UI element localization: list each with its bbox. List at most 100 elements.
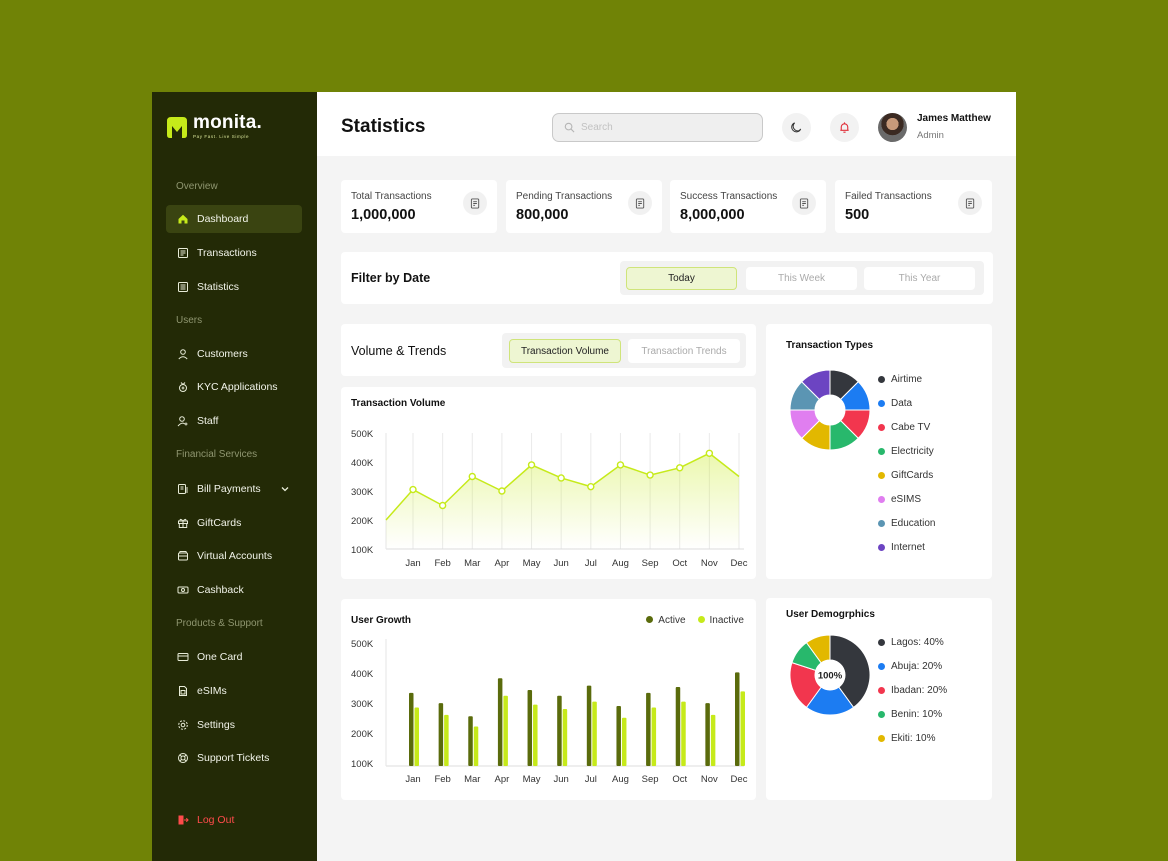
section-products-support-label: Products & Support	[176, 618, 263, 629]
bell-icon	[840, 122, 849, 133]
legend-dot	[878, 735, 885, 742]
filter-today-button[interactable]: Today	[626, 267, 737, 290]
brand-logo[interactable]: monita. Pay Fast. Live Simple	[166, 112, 262, 139]
search-icon	[564, 122, 575, 133]
sidebar-item-giftcards[interactable]: GiftCards	[166, 509, 302, 537]
avatar[interactable]	[878, 113, 907, 142]
search-box[interactable]	[552, 113, 763, 142]
bar-active[interactable]	[438, 703, 444, 766]
volume-point[interactable]	[498, 487, 506, 495]
volume-point[interactable]	[557, 474, 565, 482]
filter-by-date-card: Filter by Date Today This Week This Year	[341, 252, 993, 304]
y-tick-label: 400K	[351, 669, 374, 680]
sidebar-item-customers[interactable]: Customers	[166, 340, 302, 368]
sidebar-item-label: Virtual Accounts	[197, 550, 273, 562]
volume-point[interactable]	[438, 501, 447, 510]
stat-label: Success Transactions	[680, 191, 778, 202]
user-growth-chart: 500K 400K 300K 200K 100K Jan Feb Mar Apr May Jun Ju…	[351, 639, 748, 785]
legend-item: eSIMS	[878, 494, 921, 505]
bar-inactive[interactable]	[681, 701, 686, 766]
legend-dot	[878, 376, 885, 383]
volume-point[interactable]	[468, 472, 476, 481]
tab-transaction-trends[interactable]: Transaction Trends	[628, 339, 740, 363]
sidebar-item-kyc-applications[interactable]: KYC Applications	[166, 373, 302, 401]
legend-label: Lagos: 40%	[891, 637, 944, 648]
legend-dot	[878, 663, 885, 670]
theme-toggle-button[interactable]	[782, 113, 811, 142]
bar-inactive[interactable]	[592, 701, 597, 766]
logout-button[interactable]: Log Out	[166, 806, 302, 834]
card-icon	[177, 653, 189, 661]
x-tick-label: May	[523, 774, 541, 785]
volume-trends-card: Volume & Trends Transaction Volume Trans…	[341, 324, 756, 376]
legend-dot	[878, 400, 885, 407]
bar-inactive[interactable]	[562, 708, 568, 766]
sidebar-item-transactions[interactable]: Transactions	[166, 239, 302, 267]
bar-active[interactable]	[527, 689, 533, 766]
sidebar-item-label: Customers	[197, 348, 248, 360]
section-financial-services-label: Financial Services	[176, 449, 258, 460]
bar-active[interactable]	[586, 685, 592, 766]
volume-point[interactable]	[646, 471, 654, 479]
bar-inactive[interactable]	[473, 726, 479, 766]
sidebar-item-virtual-accounts[interactable]: Virtual Accounts	[166, 542, 302, 570]
legend-dot	[878, 711, 885, 718]
volume-point[interactable]	[409, 485, 417, 494]
y-tick-label: 500K	[351, 429, 374, 440]
home-icon	[178, 214, 188, 224]
sidebar-item-statistics[interactable]: Statistics	[166, 273, 302, 301]
sidebar-item-staff[interactable]: Staff	[166, 407, 302, 435]
sidebar-item-one-card[interactable]: One Card	[166, 643, 302, 671]
bar-inactive[interactable]	[740, 691, 746, 766]
bar-inactive[interactable]	[533, 704, 538, 766]
volume-point[interactable]	[616, 461, 625, 469]
stat-label: Total Transactions	[351, 191, 432, 202]
bar-active[interactable]	[557, 695, 562, 766]
sidebar-item-label: Statistics	[197, 281, 240, 293]
volume-point[interactable]	[705, 449, 714, 458]
sidebar-item-esims[interactable]: eSIMs	[166, 677, 302, 705]
x-tick-label: Jan	[405, 558, 420, 569]
sidebar-item-label: Staff	[197, 415, 219, 427]
filter-this-week-button[interactable]: This Week	[746, 267, 857, 290]
bar-active[interactable]	[409, 692, 414, 766]
sidebar-item-dashboard[interactable]: Dashboard	[166, 205, 302, 233]
bar-active[interactable]	[497, 678, 503, 766]
bar-active[interactable]	[646, 692, 651, 766]
brand-name: monita.	[193, 112, 262, 133]
bar-inactive[interactable]	[621, 717, 627, 766]
gift-icon	[178, 518, 188, 528]
bar-inactive[interactable]	[503, 695, 508, 766]
user-name: James Matthew	[917, 113, 991, 124]
sidebar-item-settings[interactable]: Settings	[166, 711, 302, 739]
bar-inactive[interactable]	[414, 707, 420, 767]
page-title: Statistics	[341, 116, 426, 137]
volume-point[interactable]	[587, 482, 595, 491]
sidebar-item-support-tickets[interactable]: Support Tickets	[166, 744, 302, 772]
notifications-button[interactable]	[830, 113, 859, 142]
bar-active[interactable]	[468, 716, 473, 766]
bar-inactive[interactable]	[710, 714, 716, 766]
search-input[interactable]	[581, 122, 751, 133]
logout-icon	[178, 815, 189, 825]
volume-point[interactable]	[676, 464, 684, 472]
bar-active[interactable]	[675, 687, 681, 766]
volume-point[interactable]	[527, 461, 536, 469]
bar-active[interactable]	[735, 672, 740, 766]
sidebar-item-label: eSIMs	[197, 685, 227, 697]
filter-this-year-button[interactable]: This Year	[864, 267, 975, 290]
stat-value: 800,000	[516, 207, 569, 223]
y-tick-label: 500K	[351, 639, 374, 650]
sidebar-item-cashback[interactable]: Cashback	[166, 576, 302, 604]
x-tick-label: Dec	[731, 774, 748, 785]
gear-icon	[178, 720, 188, 730]
bar-active[interactable]	[616, 706, 621, 766]
x-tick-label: Aug	[612, 774, 629, 785]
chevron-down-icon[interactable]	[279, 484, 291, 494]
bar-inactive[interactable]	[444, 714, 449, 766]
bar-active[interactable]	[705, 703, 710, 766]
bar-inactive[interactable]	[651, 707, 657, 767]
sidebar-item-bill-payments[interactable]: Bill Payments	[166, 475, 302, 503]
legend-dot	[878, 544, 885, 551]
tab-transaction-volume[interactable]: Transaction Volume	[509, 339, 621, 363]
